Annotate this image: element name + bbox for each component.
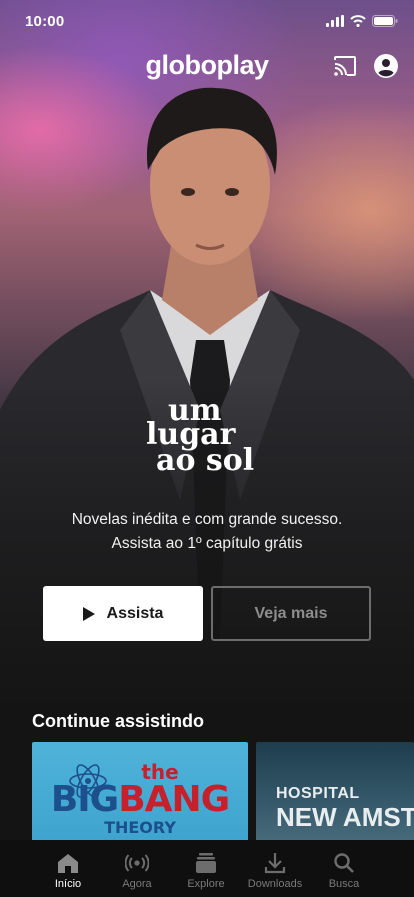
wifi-icon — [350, 15, 366, 27]
nav-item-explore[interactable]: Explore — [171, 840, 241, 897]
continue-watching-title: Continue assistindo — [32, 711, 205, 731]
nav-item-inicio[interactable]: Início — [33, 840, 103, 897]
nav-item-downloads[interactable]: Downloads — [240, 840, 310, 897]
bottom-navigation: Início Agora Explore Downloads Busca — [0, 840, 414, 897]
play-icon — [82, 606, 95, 621]
new-amsterdam-logo: HOSPITAL NEW AMSTERDAM — [276, 785, 414, 832]
nav-item-busca[interactable]: Busca — [309, 840, 379, 897]
bbt-logo-main: BIGBANG — [32, 782, 248, 818]
continue-watching-card-new-amsterdam[interactable]: HOSPITAL NEW AMSTERDAM — [256, 742, 414, 842]
see-more-button-label: Veja mais — [254, 604, 328, 622]
profile-icon[interactable] — [374, 54, 398, 78]
bbt-logo-big: BIG — [50, 779, 119, 820]
status-time: 10:00 — [25, 13, 65, 30]
description-line-1: Novelas inédita e com grande sucesso. — [71, 511, 343, 528]
na-logo-line-1: HOSPITAL — [276, 785, 360, 802]
continue-watching-card-big-bang-theory[interactable]: the BIGBANG THEORY — [32, 742, 248, 842]
watch-button-label: Assista — [106, 604, 164, 622]
hero-description: Novelas inédita e com grande sucesso. As… — [0, 508, 414, 556]
description-line-2: Assista ao 1º capítulo grátis — [111, 535, 303, 552]
show-title-logo: um lugar ao sol — [140, 396, 280, 490]
search-icon — [334, 853, 354, 873]
status-icons — [326, 15, 398, 27]
bbt-logo-theory: THEORY — [104, 818, 176, 837]
stack-icon — [196, 853, 216, 873]
signal-icon — [326, 15, 344, 27]
nav-label: Agora — [122, 878, 152, 890]
cast-icon[interactable] — [333, 55, 357, 77]
bbt-logo-bang: BANG — [118, 779, 230, 820]
nav-item-agora[interactable]: Agora — [102, 840, 172, 897]
nav-label: Início — [54, 878, 82, 890]
broadcast-icon — [125, 854, 149, 872]
nav-label: Explore — [187, 878, 225, 890]
nav-label: Downloads — [247, 878, 303, 890]
battery-icon — [372, 15, 398, 27]
na-logo-line-2: NEW AMSTERDAM — [276, 802, 414, 832]
status-bar: 10:00 — [0, 0, 414, 44]
home-icon — [58, 854, 78, 873]
big-bang-theory-logo: the BIGBANG THEORY — [32, 762, 248, 836]
see-more-button[interactable]: Veja mais — [211, 586, 371, 641]
show-title-line: ao sol — [156, 443, 255, 478]
download-icon — [264, 853, 286, 874]
nav-label: Busca — [328, 878, 360, 890]
watch-button[interactable]: Assista — [43, 586, 203, 641]
